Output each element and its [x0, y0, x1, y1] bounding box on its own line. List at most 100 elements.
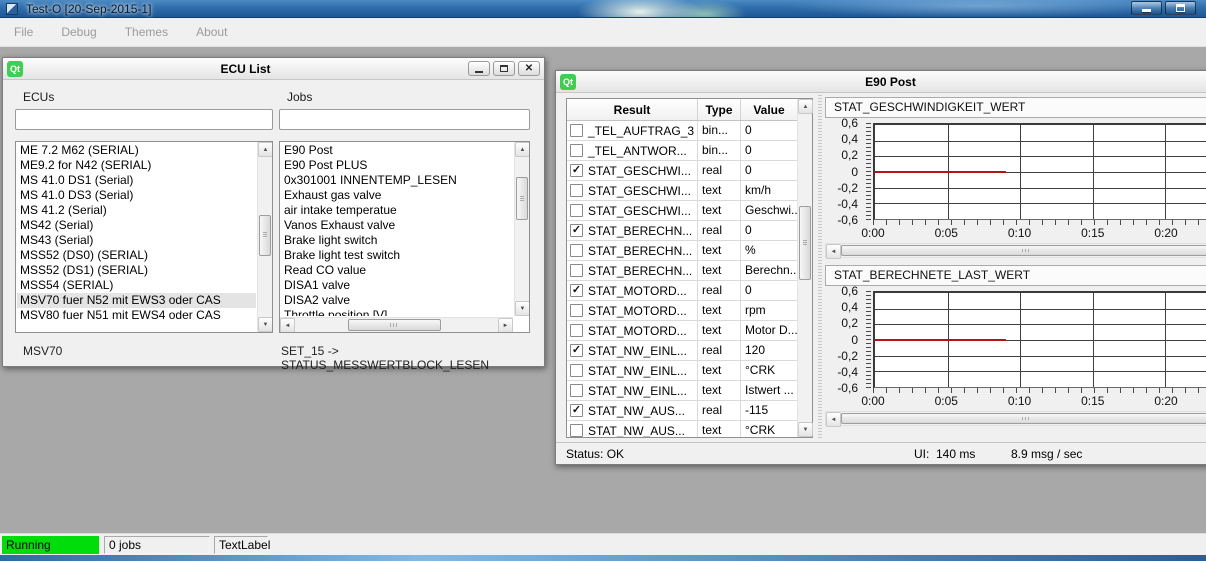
minimize-button[interactable] [1131, 1, 1162, 15]
scroll-left-button[interactable]: ◄ [826, 244, 841, 259]
list-item[interactable]: DISA1 valve [281, 278, 513, 293]
scrollbar-track[interactable] [798, 114, 812, 422]
scrollbar-track[interactable] [515, 157, 529, 301]
scroll-up-button[interactable]: ▲ [798, 99, 813, 114]
scrollbar-thumb[interactable] [259, 215, 271, 257]
row-checkbox[interactable] [570, 244, 583, 257]
list-item[interactable]: Brake light switch [281, 233, 513, 248]
row-checkbox[interactable]: ✓ [570, 284, 583, 297]
scroll-left-button[interactable]: ◄ [280, 318, 295, 333]
e90-window-titlebar[interactable]: Qt E90 Post [556, 71, 1206, 93]
job-filter-input[interactable] [279, 109, 530, 130]
scrollbar-thumb[interactable] [841, 245, 1206, 256]
maximize-button[interactable] [1165, 1, 1196, 15]
table-row[interactable]: ✓STAT_NW_AUS...real-115 [567, 401, 797, 421]
list-item[interactable]: Exhaust gas valve [281, 188, 513, 203]
row-checkbox[interactable] [570, 364, 583, 377]
list-item[interactable]: MS43 (Serial) [17, 233, 256, 248]
row-checkbox[interactable]: ✓ [570, 344, 583, 357]
list-item[interactable]: MSS52 (DS0) (SERIAL) [17, 248, 256, 263]
results-table-vscrollbar[interactable]: ▲ ▼ [797, 99, 812, 437]
list-item[interactable]: MS42 (Serial) [17, 218, 256, 233]
list-item[interactable]: MSV80 fuer N51 mit EWS4 oder CAS [17, 308, 256, 323]
table-row[interactable]: _TEL_AUFTRAG_3bin...0 [567, 121, 797, 141]
list-item[interactable]: Read CO value [281, 263, 513, 278]
list-item[interactable]: MSV70 fuer N52 mit EWS3 oder CAS [17, 293, 256, 308]
scroll-up-button[interactable]: ▲ [258, 142, 273, 157]
table-row[interactable]: STAT_MOTORD...textrpm [567, 301, 797, 321]
scroll-right-button[interactable]: ► [498, 318, 513, 333]
scrollbar-thumb[interactable] [799, 206, 811, 280]
list-item[interactable]: E90 Post PLUS [281, 158, 513, 173]
list-item[interactable]: Throttle position [V] [281, 308, 513, 316]
list-item[interactable]: air intake temperatue [281, 203, 513, 218]
list-item[interactable]: ME 7.2 M62 (SERIAL) [17, 143, 256, 158]
list-item[interactable]: MS 41.0 DS3 (Serial) [17, 188, 256, 203]
menu-item-file[interactable]: File [4, 21, 43, 43]
table-row[interactable]: STAT_GESCHWI...textkm/h [567, 181, 797, 201]
jobs-list-vscrollbar[interactable]: ▲ ▼ [514, 142, 529, 316]
ecu-list-vscrollbar[interactable]: ▲ ▼ [257, 142, 272, 332]
row-checkbox[interactable] [570, 144, 583, 157]
table-row[interactable]: ✓STAT_MOTORD...real0 [567, 281, 797, 301]
header-type[interactable]: Type [698, 99, 741, 120]
table-row[interactable]: STAT_GESCHWI...textGeschwi... [567, 201, 797, 221]
ecu-minimize-button[interactable] [468, 61, 490, 76]
row-checkbox[interactable]: ✓ [570, 404, 583, 417]
list-item[interactable]: 0x301001 INNENTEMP_LESEN [281, 173, 513, 188]
table-row[interactable]: STAT_BERECHN...textBerechn... [567, 261, 797, 281]
table-row[interactable]: STAT_MOTORD...textMotor D... [567, 321, 797, 341]
table-row[interactable]: STAT_NW_EINL...text°CRK [567, 361, 797, 381]
ecu-maximize-button[interactable] [493, 61, 515, 76]
ecu-close-button[interactable]: ✕ [518, 61, 540, 76]
list-item[interactable]: Brake light test switch [281, 248, 513, 263]
scrollbar-thumb[interactable] [841, 413, 1206, 424]
scrollbar-thumb[interactable] [516, 177, 528, 220]
row-checkbox[interactable] [570, 304, 583, 317]
table-row[interactable]: ✓STAT_GESCHWI...real0 [567, 161, 797, 181]
chart-hscrollbar[interactable]: ◄ [825, 243, 1206, 258]
jobs-list-hscrollbar[interactable]: ◄ ► [280, 317, 513, 332]
scroll-down-button[interactable]: ▼ [798, 422, 813, 437]
row-checkbox[interactable]: ✓ [570, 224, 583, 237]
ecu-window-titlebar[interactable]: Qt ECU List ✕ [3, 58, 544, 80]
row-checkbox[interactable] [570, 264, 583, 277]
ecu-filter-input[interactable] [15, 109, 273, 130]
scroll-down-button[interactable]: ▼ [258, 317, 273, 332]
table-row[interactable]: _TEL_ANTWOR...bin...0 [567, 141, 797, 161]
list-item[interactable]: MS 41.2 (Serial) [17, 203, 256, 218]
menu-item-themes[interactable]: Themes [115, 21, 178, 43]
list-item[interactable]: Vanos Exhaust valve [281, 218, 513, 233]
list-item[interactable]: MSS54 (SERIAL) [17, 278, 256, 293]
scrollbar-track[interactable] [258, 157, 272, 317]
row-checkbox[interactable] [570, 184, 583, 197]
header-result[interactable]: Result [567, 99, 698, 120]
list-item[interactable]: MSS52 (DS1) (SERIAL) [17, 263, 256, 278]
scrollbar-track[interactable] [841, 244, 1206, 257]
row-checkbox[interactable] [570, 384, 583, 397]
list-item[interactable]: ME9.2 for N42 (SERIAL) [17, 158, 256, 173]
table-row[interactable]: STAT_NW_AUS...text°CRK [567, 421, 797, 437]
table-row[interactable]: STAT_NW_EINL...textIstwert ... [567, 381, 797, 401]
header-value[interactable]: Value [741, 99, 797, 120]
row-checkbox[interactable] [570, 204, 583, 217]
row-checkbox[interactable]: ✓ [570, 164, 583, 177]
table-charts-splitter[interactable] [817, 95, 823, 439]
list-item[interactable]: MS 41.0 DS1 (Serial) [17, 173, 256, 188]
scroll-up-button[interactable]: ▲ [515, 142, 530, 157]
list-item[interactable]: DISA2 valve [281, 293, 513, 308]
scroll-left-button[interactable]: ◄ [826, 412, 841, 427]
table-row[interactable]: ✓STAT_NW_EINL...real120 [567, 341, 797, 361]
row-checkbox[interactable] [570, 424, 583, 437]
table-row[interactable]: STAT_BERECHN...text% [567, 241, 797, 261]
chart-hscrollbar[interactable]: ◄ [825, 411, 1206, 426]
row-checkbox[interactable] [570, 124, 583, 137]
scroll-down-button[interactable]: ▼ [515, 301, 530, 316]
menu-item-about[interactable]: About [186, 21, 237, 43]
row-checkbox[interactable] [570, 324, 583, 337]
scrollbar-thumb[interactable] [348, 319, 441, 331]
list-item[interactable]: E90 Post [281, 143, 513, 158]
scrollbar-track[interactable] [841, 412, 1206, 425]
scrollbar-track[interactable] [295, 318, 498, 332]
table-row[interactable]: ✓STAT_BERECHN...real0 [567, 221, 797, 241]
